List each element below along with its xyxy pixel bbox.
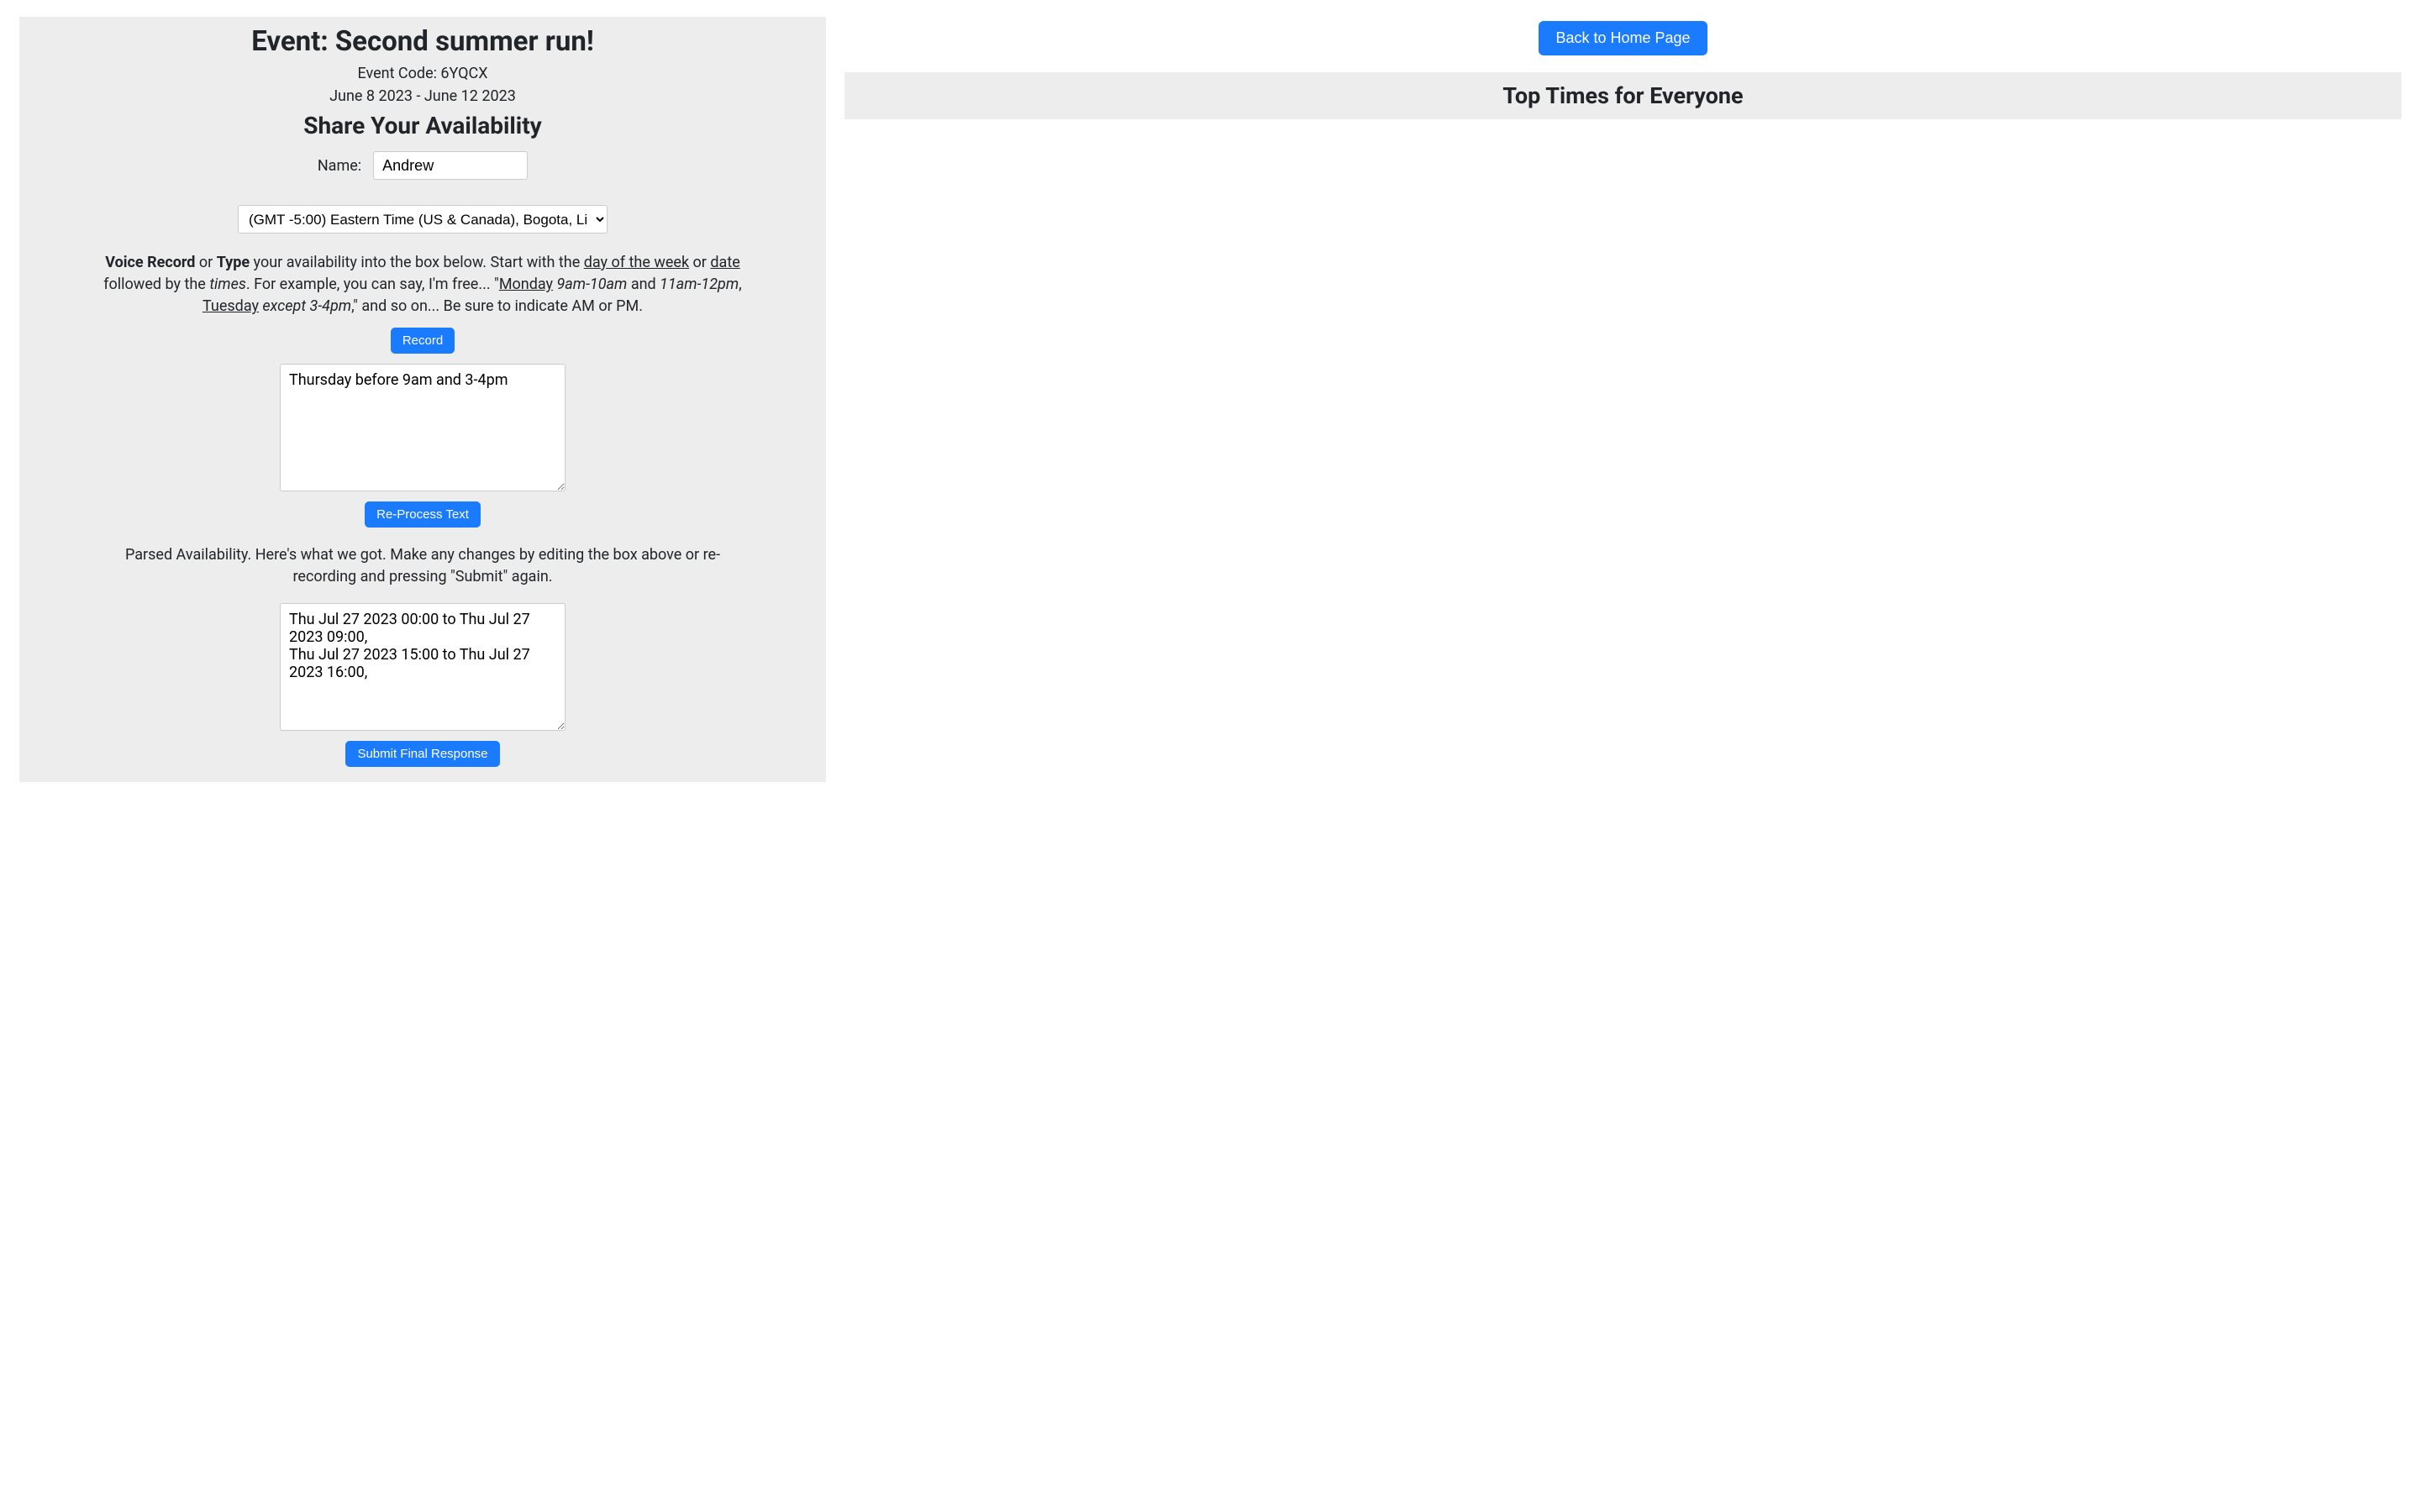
parsed-availability-output[interactable] (280, 603, 566, 731)
instructions-date: date (710, 254, 739, 271)
instructions-text: Voice Record or Type your availability i… (78, 252, 767, 318)
parsed-availability-label: Parsed Availability (125, 546, 248, 564)
instructions-monday: Monday (499, 276, 553, 293)
record-button[interactable]: Record (391, 328, 455, 354)
back-to-home-button[interactable]: Back to Home Page (1539, 21, 1707, 55)
side-panel: Back to Home Page Top Times for Everyone (826, 17, 2420, 782)
instructions-day-of-week: day of the week (584, 254, 689, 271)
event-date-range: June 8 2023 - June 12 2023 (36, 87, 809, 105)
top-times-heading: Top Times for Everyone (853, 82, 2393, 109)
name-row: Name: (36, 151, 809, 180)
instructions-times: times (209, 276, 246, 293)
name-input[interactable] (373, 151, 528, 180)
home-button-wrap: Back to Home Page (826, 21, 2420, 55)
name-label: Name: (318, 157, 361, 175)
reprocess-button[interactable]: Re-Process Text (365, 501, 481, 528)
reprocess-button-wrap: Re-Process Text (36, 501, 809, 528)
event-title: Event: Second summer run! (36, 25, 809, 58)
main-panel: Event: Second summer run! Event Code: 6Y… (19, 17, 826, 782)
record-button-wrap: Record (36, 328, 809, 354)
submit-final-response-button[interactable]: Submit Final Response (345, 741, 499, 767)
event-code: Event Code: 6YQCX (36, 65, 809, 82)
submit-button-wrap: Submit Final Response (36, 741, 809, 767)
instructions-tuesday: Tuesday (203, 297, 259, 315)
share-availability-heading: Share Your Availability (36, 112, 809, 139)
timezone-select[interactable]: (GMT -5:00) Eastern Time (US & Canada), … (238, 205, 608, 234)
instructions-type: Type (217, 254, 250, 271)
top-times-panel: Top Times for Everyone (844, 72, 2402, 119)
parsed-availability-description: Parsed Availability. Here's what we got.… (103, 544, 742, 588)
availability-input[interactable] (280, 364, 566, 491)
instructions-voice-record: Voice Record (105, 254, 195, 271)
